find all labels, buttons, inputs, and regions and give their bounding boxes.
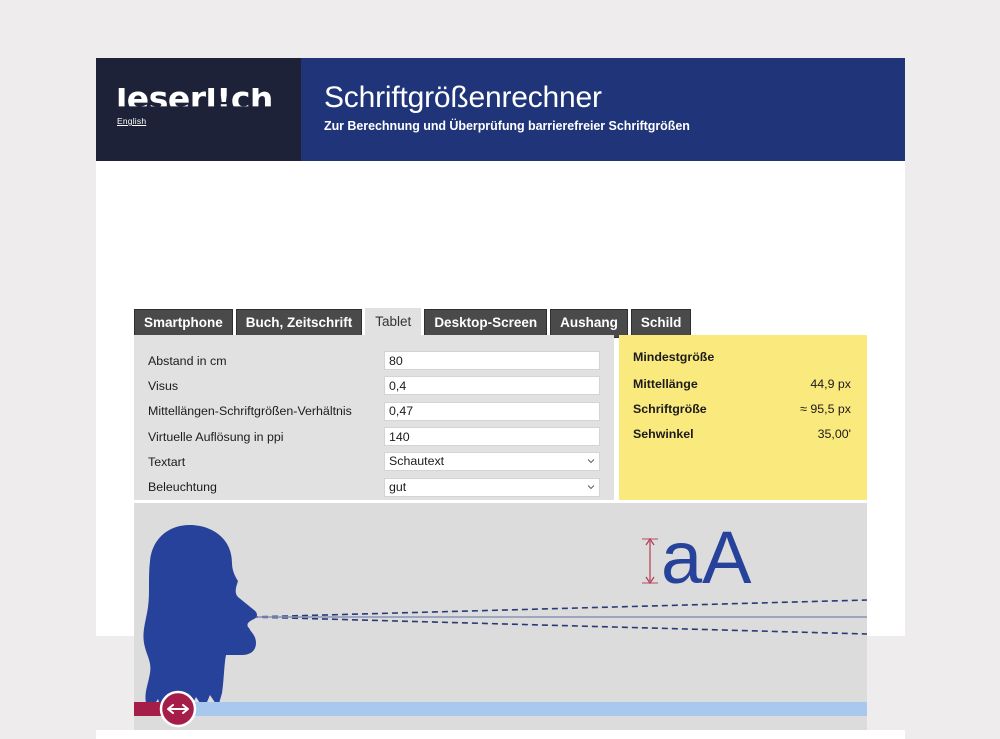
x-height-measure bbox=[642, 537, 658, 585]
parameter-form: Abstand in cm Visus Mittellängen-Schrift… bbox=[134, 335, 614, 500]
input-abstand[interactable] bbox=[384, 351, 600, 371]
input-verhaeltnis[interactable] bbox=[384, 401, 600, 421]
head-silhouette bbox=[143, 525, 257, 711]
label-beleuchtung: Beleuchtung bbox=[148, 480, 217, 495]
label-aufloesung: Virtuelle Auflösung in ppi bbox=[148, 429, 284, 444]
field-visus bbox=[384, 376, 600, 396]
field-beleuchtung: gut bbox=[384, 477, 600, 497]
language-switch-english[interactable]: English bbox=[117, 116, 146, 126]
tab-tablet[interactable]: Tablet bbox=[365, 308, 422, 338]
input-aufloesung[interactable] bbox=[384, 427, 600, 447]
result-key-mittellaenge: Mittellänge bbox=[633, 377, 698, 391]
label-verhaeltnis: Mittellängen-Schriftgrößen-Verhältnis bbox=[148, 404, 352, 419]
result-value-sehwinkel: 35,00' bbox=[817, 427, 851, 441]
results-heading: Mindestgröße bbox=[633, 350, 715, 364]
application-card: leserl!ch English Schriftgrößenrechner Z… bbox=[96, 58, 905, 739]
sight-lines bbox=[251, 599, 867, 635]
result-row-sehwinkel: Sehwinkel 35,00' bbox=[633, 427, 851, 452]
card-bottom-spacer bbox=[96, 730, 905, 739]
page-title: Schriftgrößenrechner bbox=[324, 81, 602, 114]
sightline-upper-dashed bbox=[251, 599, 867, 618]
result-value-schriftgroesse: ≈ 95,5 px bbox=[800, 402, 851, 416]
sightline-lower-dashed bbox=[251, 616, 867, 635]
input-visus[interactable] bbox=[384, 376, 600, 396]
form-row-abstand: Abstand in cm bbox=[144, 348, 600, 373]
result-key-schriftgroesse: Schriftgröße bbox=[633, 402, 707, 416]
select-textart[interactable]: Schautext bbox=[384, 452, 600, 472]
distance-slider bbox=[134, 690, 867, 728]
select-beleuchtung[interactable]: gut bbox=[384, 477, 600, 497]
leserlich-logo[interactable]: leserl!ch bbox=[116, 88, 273, 106]
head-profile-path bbox=[143, 525, 257, 711]
tab-schild[interactable]: Schild bbox=[630, 309, 692, 338]
form-row-beleuchtung: Beleuchtung gut bbox=[144, 474, 600, 499]
slider-track bbox=[134, 702, 867, 716]
title-block: Schriftgrößenrechner Zur Berechnung und … bbox=[301, 58, 905, 161]
label-textart: Textart bbox=[148, 454, 186, 469]
result-row-schriftgroesse: Schriftgröße ≈ 95,5 px bbox=[633, 402, 851, 427]
tab-smartphone[interactable]: Smartphone bbox=[134, 309, 233, 338]
brand-block: leserl!ch English bbox=[96, 58, 301, 161]
results-panel: Mindestgröße Mittellänge 44,9 px Schrift… bbox=[619, 335, 867, 500]
field-verhaeltnis bbox=[384, 401, 600, 421]
form-row-verhaeltnis: Mittellängen-Schriftgrößen-Verhältnis bbox=[144, 399, 600, 424]
label-visus: Visus bbox=[148, 378, 179, 393]
page-subtitle: Zur Berechnung und Überprüfung barrieref… bbox=[324, 119, 690, 134]
app-header: leserl!ch English Schriftgrößenrechner Z… bbox=[96, 58, 905, 161]
field-abstand bbox=[384, 351, 600, 371]
result-row-mittellaenge: Mittellänge 44,9 px bbox=[633, 377, 851, 402]
form-row-visus: Visus bbox=[144, 373, 600, 398]
form-row-aufloesung: Virtuelle Auflösung in ppi bbox=[144, 424, 600, 449]
tab-buch-zeitschrift[interactable]: Buch, Zeitschrift bbox=[235, 309, 363, 338]
content-area: Smartphone Buch, Zeitschrift Tablet Desk… bbox=[96, 161, 905, 739]
viewing-distance-illustration: aA bbox=[134, 503, 867, 730]
label-abstand: Abstand in cm bbox=[148, 353, 227, 368]
field-aufloesung bbox=[384, 427, 600, 447]
field-textart: Schautext bbox=[384, 452, 600, 472]
result-value-mittellaenge: 44,9 px bbox=[810, 377, 851, 391]
device-tab-bar: Smartphone Buch, Zeitschrift Tablet Desk… bbox=[134, 308, 692, 338]
tab-aushang[interactable]: Aushang bbox=[550, 309, 628, 338]
result-key-sehwinkel: Sehwinkel bbox=[633, 427, 694, 441]
sample-text-aA: aA bbox=[661, 516, 752, 599]
form-row-textart: Textart Schautext bbox=[144, 449, 600, 474]
tab-desktop-screen[interactable]: Desktop-Screen bbox=[424, 309, 548, 338]
